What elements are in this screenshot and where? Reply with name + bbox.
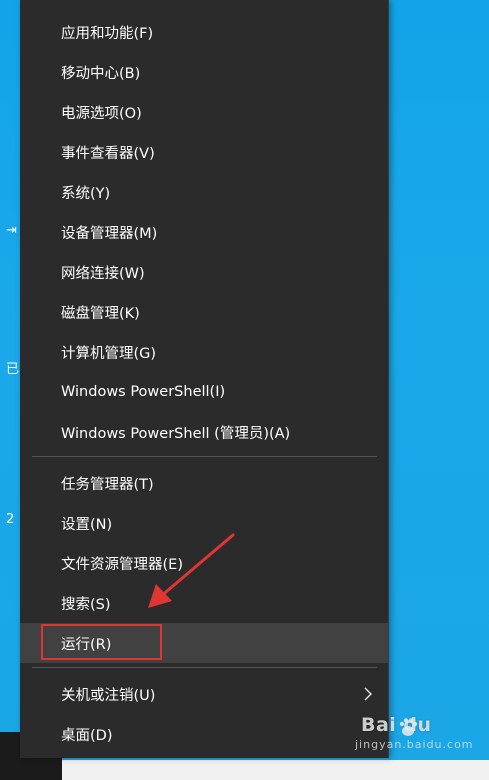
menu-item-shutdown-signout[interactable]: 关机或注销(U) [20, 674, 388, 714]
menu-item-label: 应用和功能(F) [61, 25, 154, 42]
menu-item-label: 网络连接(W) [61, 265, 145, 282]
menu-item-settings[interactable]: 设置(N) [20, 503, 388, 543]
menu-item-powershell[interactable]: Windows PowerShell(I) [20, 372, 388, 412]
menu-item-search[interactable]: 搜索(S) [20, 583, 388, 623]
menu-item-label: Windows PowerShell (管理员)(A) [61, 425, 291, 442]
annotation-highlight-box [41, 624, 162, 660]
menu-item-label: 搜索(S) [61, 596, 111, 613]
menu-item-device-manager[interactable]: 设备管理器(M) [20, 212, 388, 252]
desktop-edge-glyph-2: 已 [6, 362, 20, 377]
desktop-edge-glyph-3: 2 [6, 512, 15, 527]
baidu-watermark: Bai du jingyan.baidu.com [355, 714, 473, 754]
menu-item-label: Windows PowerShell(I) [61, 384, 226, 400]
menu-item-label: 关机或注销(U) [61, 687, 156, 704]
menu-item-powershell-admin[interactable]: Windows PowerShell (管理员)(A) [20, 412, 388, 452]
menu-item-task-manager[interactable]: 任务管理器(T) [20, 463, 388, 503]
menu-item-label: 电源选项(O) [61, 105, 142, 122]
menu-separator [32, 456, 377, 457]
menu-item-label: 设备管理器(M) [61, 225, 158, 242]
menu-item-label: 桌面(D) [61, 727, 113, 744]
menu-item-label: 设置(N) [61, 516, 113, 533]
background-window-strip [62, 760, 489, 780]
menu-item-label: 磁盘管理(K) [61, 305, 140, 322]
menu-item-system[interactable]: 系统(Y) [20, 172, 388, 212]
menu-item-computer-management[interactable]: 计算机管理(G) [20, 332, 388, 372]
menu-item-label: 计算机管理(G) [61, 345, 157, 362]
paw-logo-icon [399, 718, 418, 736]
menu-item-event-viewer[interactable]: 事件查看器(V) [20, 132, 388, 172]
menu-item-power-options[interactable]: 电源选项(O) [20, 92, 388, 132]
menu-item-label: 文件资源管理器(E) [61, 556, 183, 573]
desktop-edge-glyph-1: ⇥ [6, 223, 17, 238]
watermark-url: jingyan.baidu.com [355, 738, 474, 751]
menu-item-label: 事件查看器(V) [61, 145, 155, 162]
chevron-right-icon [364, 687, 372, 701]
menu-item-label: 系统(Y) [61, 185, 111, 202]
menu-item-label: 移动中心(B) [61, 65, 141, 82]
menu-item-label: 任务管理器(T) [61, 476, 154, 493]
menu-item-disk-management[interactable]: 磁盘管理(K) [20, 292, 388, 332]
menu-separator [32, 667, 377, 668]
menu-item-mobility-center[interactable]: 移动中心(B) [20, 52, 388, 92]
menu-item-desktop[interactable]: 桌面(D) [20, 714, 388, 754]
menu-item-apps-features[interactable]: 应用和功能(F) [20, 12, 388, 52]
menu-item-network-connections[interactable]: 网络连接(W) [20, 252, 388, 292]
menu-item-file-explorer[interactable]: 文件资源管理器(E) [20, 543, 388, 583]
